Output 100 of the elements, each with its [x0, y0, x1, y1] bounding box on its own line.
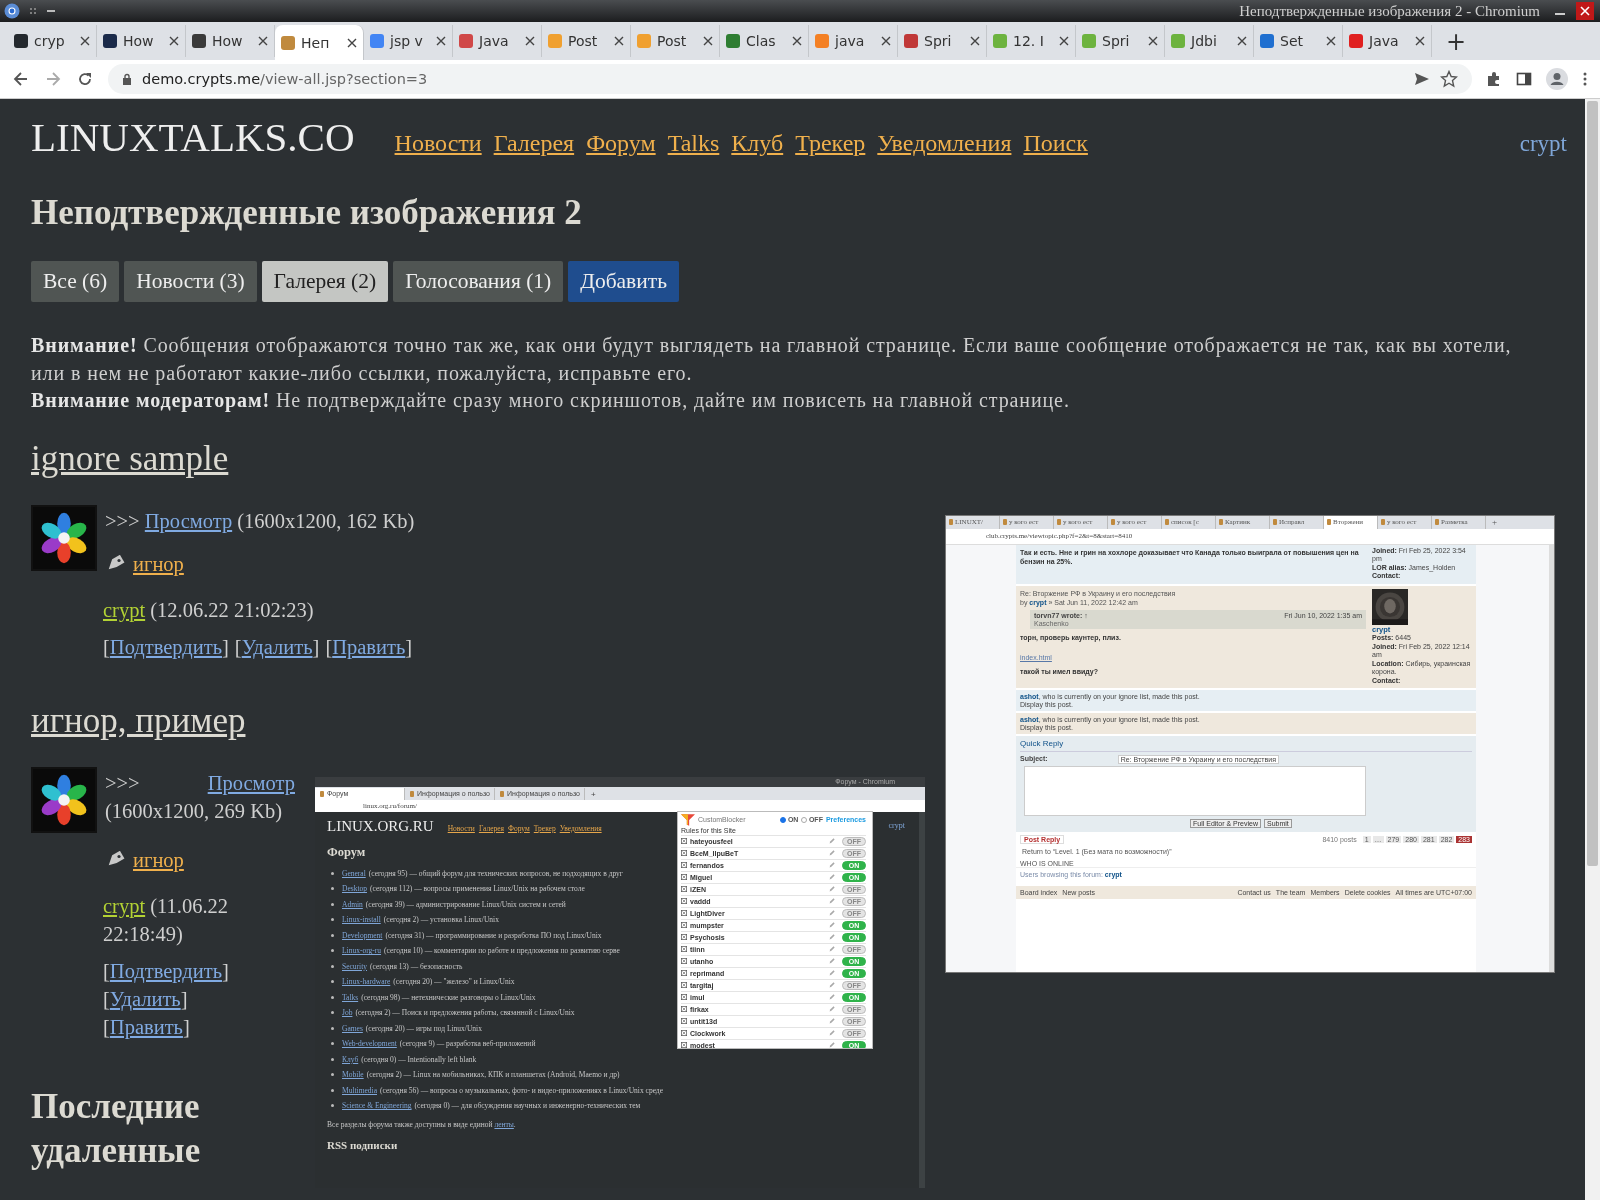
browser-tab[interactable]: cryp: [8, 25, 97, 57]
favicon-icon: [410, 790, 414, 797]
favicon-icon: [1057, 519, 1061, 525]
tag-link[interactable]: игнор: [133, 848, 184, 872]
nav-link[interactable]: Трекер: [795, 130, 866, 157]
close-icon[interactable]: [1326, 36, 1336, 46]
rule-icon: [681, 910, 687, 916]
rule-icon: [681, 1042, 687, 1048]
close-icon[interactable]: [970, 36, 980, 46]
browser-tab[interactable]: jsp v: [364, 25, 453, 57]
nav-link[interactable]: Клуб: [731, 130, 784, 157]
action-link[interactable]: Подтвердить: [109, 959, 223, 982]
send-icon[interactable]: [1414, 71, 1430, 87]
tag-link[interactable]: игнор: [133, 552, 184, 576]
bracket: ]: [222, 959, 229, 982]
rule-icon: [681, 970, 687, 976]
rule-icon: [681, 982, 687, 988]
action-link[interactable]: Удалить: [241, 635, 313, 658]
post-title[interactable]: ignore sample: [31, 438, 229, 478]
action-link[interactable]: Удалить: [109, 987, 181, 1010]
favicon-icon: [1111, 519, 1115, 525]
bullet-icon: [331, 1042, 334, 1046]
bracket: ]: [312, 635, 320, 658]
close-icon[interactable]: [436, 36, 446, 46]
browser-tab[interactable]: Clas: [720, 25, 809, 57]
close-icon[interactable]: [703, 36, 713, 46]
action-link[interactable]: Править: [109, 1015, 183, 1038]
sidebar-icon[interactable]: [1516, 71, 1532, 87]
close-icon[interactable]: [792, 36, 802, 46]
bracket: [: [103, 635, 110, 658]
browser-tab[interactable]: Post: [542, 25, 631, 57]
browser-tab[interactable]: Spri: [898, 25, 987, 57]
bullet-icon: [331, 995, 334, 999]
nav-link[interactable]: Галерея: [493, 130, 575, 157]
back-icon[interactable]: [12, 70, 30, 88]
author-link[interactable]: crypt: [103, 894, 146, 917]
view-link[interactable]: Просмотр: [207, 771, 295, 794]
scrollbar-thumb[interactable]: [1587, 101, 1598, 866]
filter-button[interactable]: Голосования (1): [393, 261, 564, 302]
browser-tab[interactable]: How: [97, 25, 186, 57]
section-heading: Последние удаленные: [31, 1085, 202, 1172]
nav-link[interactable]: Форум: [586, 130, 656, 157]
nav-link[interactable]: Новости: [394, 130, 482, 157]
reload-icon[interactable]: [76, 70, 94, 88]
browser-tab[interactable]: Java: [1343, 25, 1432, 57]
close-icon[interactable]: [169, 36, 179, 46]
author-link[interactable]: crypt: [103, 598, 146, 621]
close-icon[interactable]: [881, 36, 891, 46]
browser-tab[interactable]: 12. I: [987, 25, 1076, 57]
filter-button[interactable]: Новости (3): [124, 261, 257, 302]
favicon-icon: [1381, 519, 1385, 525]
message-field[interactable]: [1024, 766, 1366, 816]
browser-tab[interactable]: Неп: [275, 25, 364, 60]
browser-tab[interactable]: Spri: [1076, 25, 1165, 57]
close-icon[interactable]: [258, 36, 268, 46]
browser-tab[interactable]: Java: [453, 25, 542, 57]
view-link[interactable]: Просмотр: [144, 509, 233, 532]
browser-tab[interactable]: Post: [631, 25, 720, 57]
close-icon[interactable]: [1148, 36, 1158, 46]
close-icon[interactable]: [525, 36, 535, 46]
close-icon[interactable]: [614, 36, 624, 46]
action-link[interactable]: Править: [332, 635, 406, 658]
close-icon[interactable]: [1415, 36, 1425, 46]
rule-icon: [681, 922, 687, 928]
site-logo[interactable]: LINUXTALKS.CO: [31, 113, 355, 161]
filter-button[interactable]: Все (6): [31, 261, 120, 302]
extensions-icon[interactable]: [1486, 71, 1502, 87]
user-link[interactable]: crypt: [1519, 131, 1567, 157]
profile-icon[interactable]: [1546, 68, 1568, 90]
rule-icon: [681, 958, 687, 964]
bullet-icon: [331, 918, 334, 922]
star-icon[interactable]: [1440, 70, 1458, 88]
browser-tab[interactable]: java: [809, 25, 898, 57]
address-field[interactable]: demo.crypts.me/view-all.jsp?section=3: [108, 64, 1472, 94]
bracket: [: [103, 1015, 110, 1038]
browser-tab[interactable]: Set: [1254, 25, 1343, 57]
add-button[interactable]: Добавить: [568, 261, 679, 302]
bracket: [: [325, 635, 333, 658]
close-icon[interactable]: [1059, 36, 1069, 46]
close-icon[interactable]: [347, 37, 357, 48]
browser-tab[interactable]: Jdbi: [1165, 25, 1254, 57]
new-tab-button[interactable]: +: [1442, 28, 1471, 56]
bullet-icon: [331, 1088, 334, 1092]
filter-button[interactable]: Галерея (2): [261, 261, 389, 302]
nav-link[interactable]: Уведомления: [877, 130, 1012, 157]
nav-link[interactable]: Talks: [667, 130, 720, 157]
bullet-icon: [331, 887, 334, 891]
bracket: ]: [182, 1015, 190, 1038]
browser-tab[interactable]: How: [186, 25, 275, 57]
close-icon[interactable]: [1576, 2, 1594, 20]
post-title[interactable]: игнор, пример: [31, 700, 246, 740]
action-link[interactable]: Подтвердить: [109, 635, 223, 658]
bracket: [: [103, 987, 110, 1010]
close-icon[interactable]: [1237, 36, 1247, 46]
funnel-icon: [681, 813, 695, 826]
close-icon[interactable]: [80, 36, 90, 46]
bracket: [: [103, 959, 110, 982]
nav-link[interactable]: Поиск: [1023, 130, 1088, 157]
site-logo: LINUX.ORG.RU: [327, 817, 434, 835]
menu-icon[interactable]: [1582, 71, 1588, 87]
